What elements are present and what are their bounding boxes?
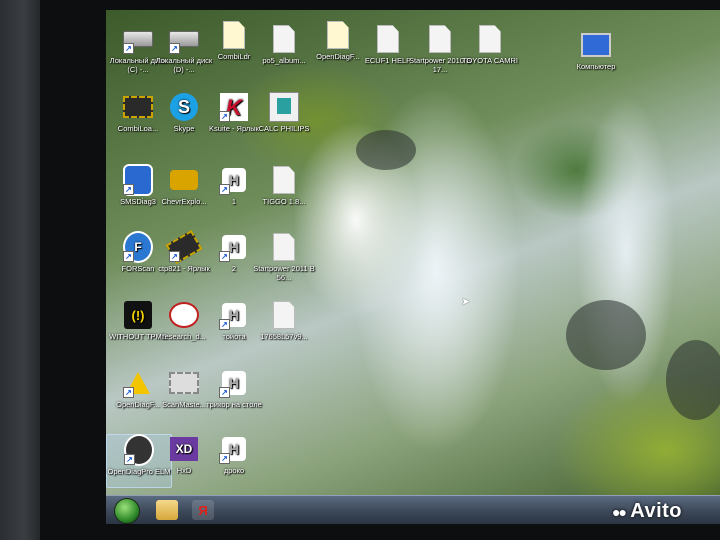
car-diag-icon: ↗ — [123, 164, 153, 196]
start-orb-icon[interactable] — [114, 498, 140, 524]
document-icon — [475, 24, 505, 54]
chip-icon — [169, 368, 199, 398]
desktop-wallpaper: ↗ Локальный диск (C) -... CombiLoa... ↗ … — [106, 10, 720, 500]
folder-icon[interactable] — [156, 500, 178, 520]
monitor-bezel-left — [0, 0, 40, 540]
desktop-icon-tiggo[interactable]: TIGGO 1.8... — [252, 165, 316, 206]
document-help-icon — [219, 20, 249, 50]
desktop-icon-startpower-2011[interactable]: Startpower 2011 B56... — [252, 232, 316, 282]
avito-watermark: ●● Avito — [612, 500, 683, 522]
desktop-icon-toyota-camri[interactable]: TOYOTA CAMRI — [458, 24, 522, 65]
honda-icon: H ↗ — [219, 232, 249, 262]
document-icon — [425, 24, 455, 54]
warning-icon: ↗ — [123, 368, 153, 398]
mouse-cursor-icon: ➤ — [461, 296, 471, 308]
desktop-icon-computer[interactable]: Компьютер — [564, 30, 628, 71]
skype-icon: S — [169, 92, 199, 122]
document-icon — [373, 24, 403, 54]
engine-icon — [169, 165, 199, 195]
yandex-icon[interactable]: Я — [192, 500, 214, 520]
document-icon — [269, 24, 299, 54]
chip-icon — [123, 92, 153, 122]
wallpaper-rock — [356, 130, 416, 170]
desktop-icon-calc-philips[interactable]: CALC PHILIPS — [252, 92, 316, 133]
document-icon — [269, 165, 299, 195]
honda-icon: H ↗ — [219, 434, 249, 464]
toyota-icon — [169, 300, 199, 330]
document-help-icon — [323, 20, 353, 50]
hxd-icon: XD — [169, 434, 199, 464]
wallpaper-rock — [566, 300, 646, 370]
avito-dots-icon: ●● — [612, 504, 627, 520]
chip-icon: ↗ — [165, 229, 203, 265]
calc-icon — [269, 92, 299, 122]
drive-icon: ↗ — [169, 24, 199, 54]
drive-icon: ↗ — [123, 24, 153, 54]
desktop-icon-17658[interactable]: 17658L57v9... — [252, 300, 316, 341]
desktop-icon-droko[interactable]: H ↗ дроко — [202, 434, 266, 475]
car-diag-icon: ↗ — [124, 434, 154, 466]
document-icon — [269, 300, 299, 330]
desktop-icon-trikor[interactable]: H ↗ трикор на столе — [202, 368, 266, 409]
ksuite-icon: K ↗ — [219, 92, 249, 122]
honda-icon: H ↗ — [219, 165, 249, 195]
forscan-icon: F ↗ — [123, 231, 153, 263]
document-icon — [269, 232, 299, 262]
honda-icon: H ↗ — [219, 368, 249, 398]
honda-icon: H ↗ — [219, 300, 249, 330]
computer-icon — [581, 30, 611, 60]
wallpaper-rock — [666, 340, 720, 420]
tpms-icon: (!) — [123, 300, 153, 330]
